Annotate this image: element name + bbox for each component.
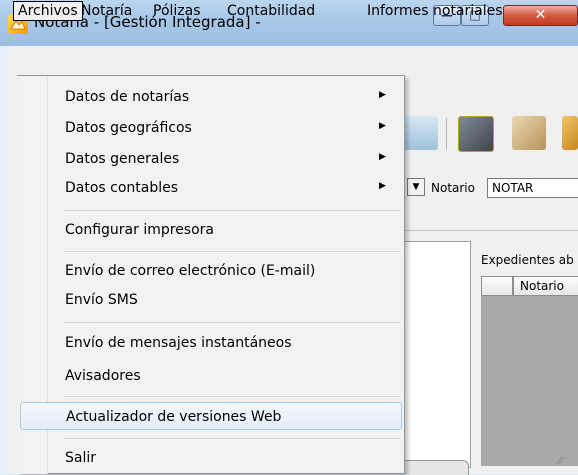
submenu-arrow-icon: ▶ — [379, 90, 386, 100]
menu-item-label: Datos de notarías — [65, 89, 190, 105]
menu-item-label: Envío de correo electrónico (E-mail) — [65, 263, 316, 279]
menu-separator — [64, 210, 401, 211]
notario-label: Notario — [431, 181, 475, 195]
menu-archivos[interactable]: Archivos — [13, 1, 83, 21]
menu-item-label: Configurar impresora — [65, 222, 215, 238]
resize-grip-icon[interactable]: ⁄⁄⁄ — [558, 456, 563, 467]
menu-informes-notariales[interactable]: Informes notariales — [367, 3, 503, 19]
left-panel — [404, 241, 471, 468]
coin-icon[interactable] — [562, 116, 578, 150]
menu-item-envio-sms[interactable]: Envío SMS — [20, 286, 402, 314]
menu-item-avisadores[interactable]: Avisadores — [20, 362, 402, 390]
submenu-arrow-icon: ▶ — [379, 152, 386, 162]
close-button[interactable]: ✕ — [503, 5, 578, 26]
menu-item-label: Datos generales — [65, 151, 180, 167]
toolbar-separator — [446, 118, 447, 150]
submenu-arrow-icon: ▶ — [379, 121, 386, 131]
menu-bar — [8, 50, 578, 72]
app-window: Notaria - [Gestión Integrada] - — □ ✕ Ar… — [0, 0, 578, 475]
menu-item-label: Envío de mensajes instantáneos — [65, 335, 292, 351]
divider — [404, 230, 578, 231]
menu-item-configurar-impresora[interactable]: Configurar impresora — [20, 216, 402, 244]
grid-column-notario[interactable]: Notario — [513, 276, 578, 296]
money-bag-icon[interactable] — [512, 116, 546, 150]
grid-row-header[interactable] — [481, 276, 513, 296]
menu-item-datos-contables[interactable]: Datos contables ▶ — [20, 174, 402, 202]
menu-item-salir[interactable]: Salir — [20, 444, 402, 472]
safe-icon[interactable] — [458, 116, 494, 152]
menu-separator — [64, 322, 401, 323]
combo-dropdown-button[interactable]: ▼ — [407, 178, 425, 196]
menu-item-label: Salir — [65, 450, 97, 466]
submenu-arrow-icon: ▶ — [379, 181, 386, 191]
menu-separator — [64, 251, 401, 252]
menu-item-label: Datos geográficos — [65, 120, 192, 136]
bottom-tab[interactable] — [404, 460, 469, 475]
menu-item-label: Envío SMS — [65, 292, 138, 308]
menu-item-actualizador-versiones-web[interactable]: Actualizador de versiones Web — [20, 402, 402, 430]
menu-item-datos-generales[interactable]: Datos generales ▶ — [20, 145, 402, 173]
menu-polizas[interactable]: Pólizas — [153, 3, 201, 19]
menu-separator — [64, 438, 401, 439]
menu-item-mensajes-instantaneos[interactable]: Envío de mensajes instantáneos — [20, 329, 402, 357]
house-icon[interactable] — [404, 116, 438, 150]
expedientes-grid[interactable] — [481, 276, 578, 466]
menu-item-envio-email[interactable]: Envío de correo electrónico (E-mail) — [20, 257, 402, 285]
menu-item-datos-notarias[interactable]: Datos de notarías ▶ — [20, 83, 402, 111]
notario-field[interactable]: NOTAR — [487, 178, 578, 198]
menu-item-label: Datos contables — [65, 180, 179, 196]
menu-separator — [64, 396, 401, 397]
menu-item-label: Avisadores — [65, 368, 141, 384]
menu-notaria[interactable]: Notaría — [81, 3, 132, 19]
menu-item-datos-geograficos[interactable]: Datos geográficos ▶ — [20, 114, 402, 142]
menu-item-label: Actualizador de versiones Web — [66, 409, 282, 425]
close-icon: ✕ — [534, 7, 547, 23]
menu-contabilidad[interactable]: Contabilidad — [227, 3, 315, 19]
expedientes-group-label: Expedientes ab — [481, 253, 574, 267]
